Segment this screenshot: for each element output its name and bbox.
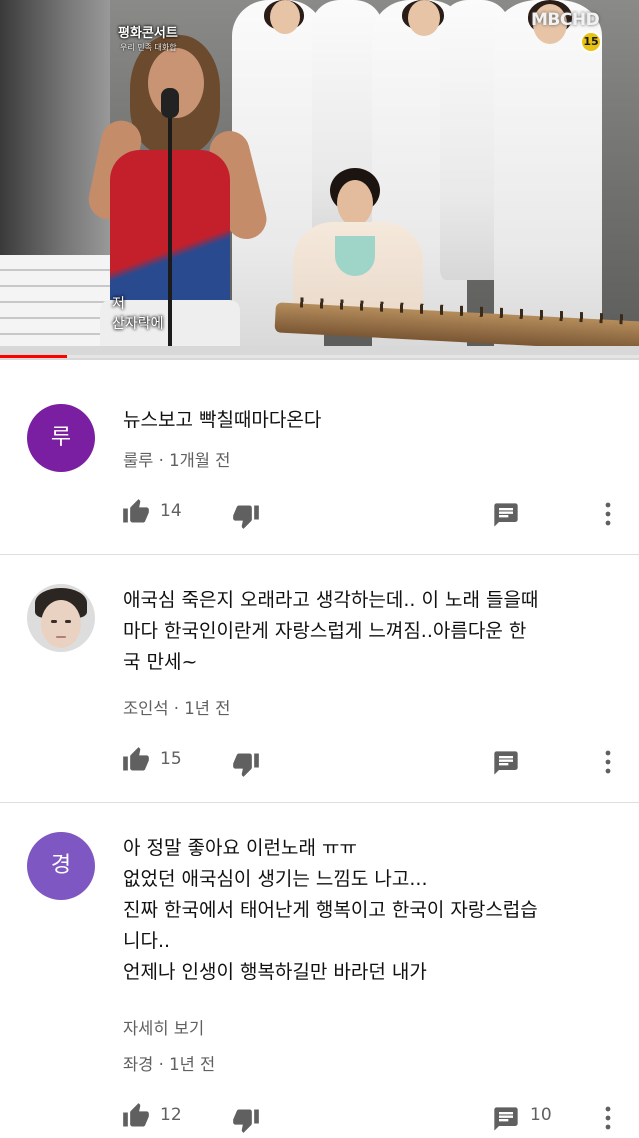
avatar[interactable]: 경 <box>27 832 95 900</box>
reply-count[interactable]: 10 <box>530 1105 552 1125</box>
broadcaster-logo: MBCHD <box>531 10 600 30</box>
caption-line: 산자락에 <box>112 316 164 332</box>
comment-meta: 조인석 · 1년 전 <box>123 695 230 719</box>
choir-face <box>408 0 440 36</box>
avatar[interactable] <box>27 584 95 652</box>
more-vertical-icon[interactable] <box>596 748 620 776</box>
reply-comment-icon[interactable] <box>492 1105 520 1133</box>
comment-author[interactable]: 룰루 <box>123 451 153 470</box>
video-progress-fill <box>0 355 68 358</box>
video-player[interactable]: 평화콘서트 우리 민족 대화합 MBCHD 15 저 산자락에 <box>0 0 639 360</box>
thumb-down-icon[interactable] <box>232 1106 260 1134</box>
avatar-letter: 루 <box>50 425 72 450</box>
comment-text-line: 언제나 인생이 행복하길만 바라던 내가 <box>123 961 427 983</box>
meta-separator: · <box>173 699 180 718</box>
avatar[interactable]: 루 <box>27 404 95 472</box>
like-count: 15 <box>160 749 182 769</box>
show-subtitle: 우리 민족 대화합 <box>120 43 177 52</box>
age-rating-badge: 15 <box>580 31 602 53</box>
show-title: 평화콘서트 <box>118 26 178 41</box>
avatar-photo-eye <box>51 620 57 623</box>
avatar-letter: 경 <box>50 853 72 878</box>
comment-text-line: 국 만세~ <box>123 651 198 673</box>
microphone <box>161 88 179 118</box>
comment-text: 애국심 죽은지 오래라고 생각하는데.. 이 노래 들을때 마다 한국인이란게 … <box>123 585 623 678</box>
like-count: 12 <box>160 1105 182 1125</box>
comment-text: 아 정말 좋아요 이런노래 ㅠㅠ 없었던 애국심이 생기는 느낌도 나고... … <box>123 833 623 988</box>
player-face <box>337 180 373 226</box>
choir-member <box>494 0 602 360</box>
comment-meta: 룰루 · 1개월 전 <box>123 447 230 471</box>
comment-meta: 좌경 · 1년 전 <box>123 1051 215 1075</box>
comment-actions: 12 10 <box>0 1102 639 1134</box>
more-vertical-icon[interactable] <box>596 500 620 528</box>
thumb-up-icon[interactable] <box>122 746 150 774</box>
caption-line: 저 <box>112 296 125 312</box>
reply-comment-icon[interactable] <box>492 501 520 529</box>
hanbok-collar <box>335 236 375 276</box>
comment-author[interactable]: 좌경 <box>123 1055 153 1074</box>
comment-actions: 14 <box>0 498 639 530</box>
comment-text-line: 진짜 한국에서 태어난게 행복이고 한국이 자랑스럽습 <box>123 899 538 921</box>
avatar-photo-eye <box>65 620 71 623</box>
video-caption: 저 산자락에 <box>112 294 272 334</box>
comment-item: 루 뉴스보고 빡칠때마다온다 룰루 · 1개월 전 14 <box>0 373 639 555</box>
thumb-down-icon[interactable] <box>232 502 260 530</box>
comment-text-line: 없었던 애국심이 생기는 느낌도 나고... <box>123 868 428 890</box>
comment-text-line: 아 정말 좋아요 이런노래 ㅠㅠ <box>123 837 357 859</box>
avatar-photo-mouth <box>56 636 66 638</box>
thumb-down-icon[interactable] <box>232 750 260 778</box>
video-progress-bar[interactable] <box>0 355 639 358</box>
comment-actions: 15 <box>0 746 639 778</box>
avatar-photo-face <box>41 600 81 648</box>
comment-text-line: 마다 한국인이란게 자랑스럽게 느껴짐..아름다운 한 <box>123 620 527 642</box>
comment-time: 1년 전 <box>169 1055 216 1074</box>
thumb-up-icon[interactable] <box>122 1102 150 1130</box>
comment-text: 뉴스보고 빡칠때마다온다 <box>123 405 623 436</box>
like-count: 14 <box>160 501 182 521</box>
meta-separator: · <box>158 451 164 470</box>
reply-comment-icon[interactable] <box>492 749 520 777</box>
comment-time: 1년 전 <box>184 699 231 718</box>
comment-author[interactable]: 조인석 <box>123 699 169 718</box>
comment-text-line: 뉴스보고 빡칠때마다온다 <box>123 409 322 431</box>
comment-text-line: 니다.. <box>123 930 171 952</box>
thumb-up-icon[interactable] <box>122 498 150 526</box>
comment-item: 경 아 정말 좋아요 이런노래 ㅠㅠ 없었던 애국심이 생기는 느낌도 나고..… <box>0 803 639 1138</box>
choir-face <box>270 0 300 34</box>
read-more-link[interactable]: 자세히 보기 <box>123 1015 204 1039</box>
comment-text-line: 애국심 죽은지 오래라고 생각하는데.. 이 노래 들을때 <box>123 589 539 611</box>
more-vertical-icon[interactable] <box>596 1104 620 1132</box>
meta-separator: · <box>158 1055 164 1074</box>
comment-time: 1개월 전 <box>169 451 231 470</box>
comment-item: 애국심 죽은지 오래라고 생각하는데.. 이 노래 들을때 마다 한국인이란게 … <box>0 555 639 803</box>
